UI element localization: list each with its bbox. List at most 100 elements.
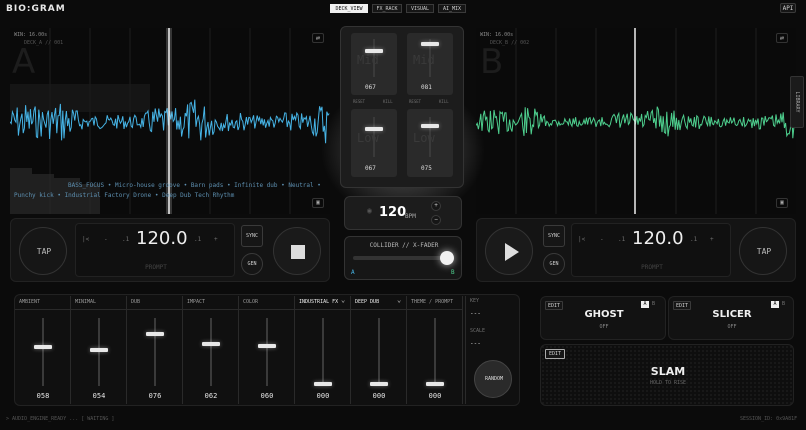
chevron-down-icon[interactable]: ⌄ [397, 296, 401, 304]
slicer-fx-panel[interactable]: EDIT A B SLICER OFF [668, 296, 794, 340]
style-select[interactable]: DEEP DUB [355, 299, 379, 305]
deck-b-nudge-1[interactable]: - [600, 236, 604, 243]
eq-ch2-low-bg-label: Low [413, 131, 435, 145]
crossfader-b-label: B [451, 269, 455, 276]
fader-handle[interactable] [34, 345, 52, 350]
style-select[interactable]: INDUSTRIAL FX [299, 299, 338, 305]
deck-a-tap-button[interactable]: TAP [19, 227, 67, 275]
fader-handle[interactable] [426, 382, 444, 386]
eq-ch2-reset[interactable]: RESET [409, 99, 421, 104]
key-value[interactable]: --- [470, 310, 481, 317]
fader-value: 054 [92, 392, 106, 400]
deck-b-bpm-box: |< - .1 120.0 .1 + PROMPT [571, 223, 731, 277]
fader-value: 058 [36, 392, 50, 400]
api-button[interactable]: API [780, 3, 796, 13]
macro-label: IMPACT [187, 299, 206, 305]
deck-b-tap-label: TAP [756, 247, 772, 256]
eq-ch2-mid-bg-label: Mid [413, 53, 435, 67]
fader-track[interactable] [322, 318, 324, 386]
ghost-b-badge[interactable]: B [652, 301, 655, 307]
crossfader-track[interactable] [353, 256, 453, 260]
slam-fx-panel[interactable]: EDIT SLAM HOLD TO RISE [540, 344, 794, 406]
eq-ch2-mid-handle[interactable] [421, 42, 439, 46]
style-column: THEME / PROMPT 000 [407, 296, 463, 404]
style-select[interactable]: THEME / PROMPT [411, 299, 453, 305]
eq-ch2-kill[interactable]: KILL [439, 99, 449, 104]
deck-a-nudge-4[interactable]: + [214, 236, 218, 243]
deck-b-save-icon[interactable]: ▣ [776, 198, 788, 208]
stop-icon [291, 245, 305, 259]
deck-b-prompt[interactable]: PROMPT [572, 264, 732, 271]
deck-b-waveform[interactable]: WIN: 16.00s DECK_B // 002 B ⇄ ▣ [476, 28, 796, 214]
crossfader-handle[interactable] [440, 251, 454, 265]
deck-a-nudge-2[interactable]: .1 [122, 236, 129, 243]
library-tab[interactable]: LIBRARY [790, 76, 804, 128]
ghost-state: OFF [599, 324, 609, 330]
eq-ch1-low[interactable]: Low 067 [351, 109, 397, 177]
deck-a-waveform[interactable]: WIN: 16.00s DECK_A // 001 A ⇄ ▣ BASS_FOC… [10, 28, 330, 214]
slam-edit-button[interactable]: EDIT [545, 349, 565, 359]
deck-b-nudge-3[interactable]: .1 [690, 236, 697, 243]
deck-a-stop-button[interactable] [273, 227, 321, 275]
fader-handle[interactable] [370, 382, 388, 386]
deck-a-sync-button[interactable]: SYNC [241, 225, 263, 247]
fader-value: 000 [316, 392, 330, 400]
chevron-down-icon[interactable]: ⌄ [341, 296, 345, 304]
deck-b-loop-icon[interactable]: ⇄ [776, 33, 788, 43]
style-column: INDUSTRIAL FX ⌄ 000 [295, 296, 351, 404]
eq-ch1-low-handle[interactable] [365, 127, 383, 131]
eq-ch2-low[interactable]: Low 075 [407, 109, 453, 177]
macro-column-dub: DUB 076 [127, 296, 183, 404]
deck-a-gen-button[interactable]: GEN [241, 253, 263, 275]
fader-handle[interactable] [90, 348, 108, 353]
tab-fx-rack[interactable]: FX_RACK [372, 4, 402, 13]
ghost-a-badge[interactable]: A [641, 301, 649, 308]
eq-ch1-mid[interactable]: Mid 067 [351, 33, 397, 95]
deck-b-nudge-0[interactable]: |< [578, 236, 585, 243]
fader-track[interactable] [266, 318, 268, 386]
slicer-b-badge[interactable]: B [782, 301, 785, 307]
play-icon [505, 243, 519, 261]
eq-ch2-low-handle[interactable] [421, 124, 439, 128]
deck-b-sync-button[interactable]: SYNC [543, 225, 565, 247]
fader-track[interactable] [378, 318, 380, 386]
slicer-title: SLICER [712, 309, 752, 320]
deck-b-gen-button[interactable]: GEN [543, 253, 565, 275]
deck-b-tap-button[interactable]: TAP [739, 227, 787, 275]
deck-b-play-button[interactable] [485, 227, 533, 275]
fader-handle[interactable] [146, 331, 164, 336]
deck-a-prompt[interactable]: PROMPT [76, 264, 236, 271]
bpm-decrease-button[interactable]: − [431, 215, 441, 225]
fader-track[interactable] [434, 318, 436, 386]
random-button[interactable]: RANDOM [474, 360, 512, 398]
deck-a-nudge-0[interactable]: |< [82, 236, 89, 243]
fader-track[interactable] [42, 318, 44, 386]
fader-track[interactable] [154, 318, 156, 386]
eq-ch1-reset[interactable]: RESET [353, 99, 365, 104]
fader-handle[interactable] [314, 382, 332, 386]
fader-handle[interactable] [258, 343, 276, 348]
slam-hint: HOLD TO RISE [649, 380, 687, 386]
slicer-a-badge[interactable]: A [771, 301, 779, 308]
deck-b-nudge-2[interactable]: .1 [618, 236, 625, 243]
eq-ch2-low-track [429, 117, 431, 157]
tab-deck-view[interactable]: DECK_VIEW [330, 4, 368, 13]
scale-label: SCALE [470, 328, 486, 334]
tab-ai-mix[interactable]: AI_MIX [438, 4, 466, 13]
deck-a-loop-icon[interactable]: ⇄ [312, 33, 324, 43]
deck-a-bpm-box: |< - .1 120.0 .1 + PROMPT [75, 223, 235, 277]
bpm-increase-button[interactable]: + [431, 201, 441, 211]
fader-handle[interactable] [202, 342, 220, 347]
scale-value[interactable]: --- [470, 340, 481, 347]
crossfader-panel: COLLIDER // X-FADER A B [344, 236, 462, 280]
deck-a-nudge-3[interactable]: .1 [194, 236, 201, 243]
eq-ch1-mid-handle[interactable] [365, 49, 383, 53]
eq-ch2-mid[interactable]: Mid 081 [407, 33, 453, 95]
eq-ch1-kill[interactable]: KILL [383, 99, 393, 104]
deck-a-nudge-1[interactable]: - [104, 236, 108, 243]
fader-track[interactable] [210, 318, 212, 386]
tab-visual[interactable]: VISUAL [406, 4, 434, 13]
crossfader-a-label: A [351, 269, 355, 276]
deck-b-nudge-4[interactable]: + [710, 236, 714, 243]
ghost-fx-panel[interactable]: EDIT A B GHOST OFF [540, 296, 666, 340]
